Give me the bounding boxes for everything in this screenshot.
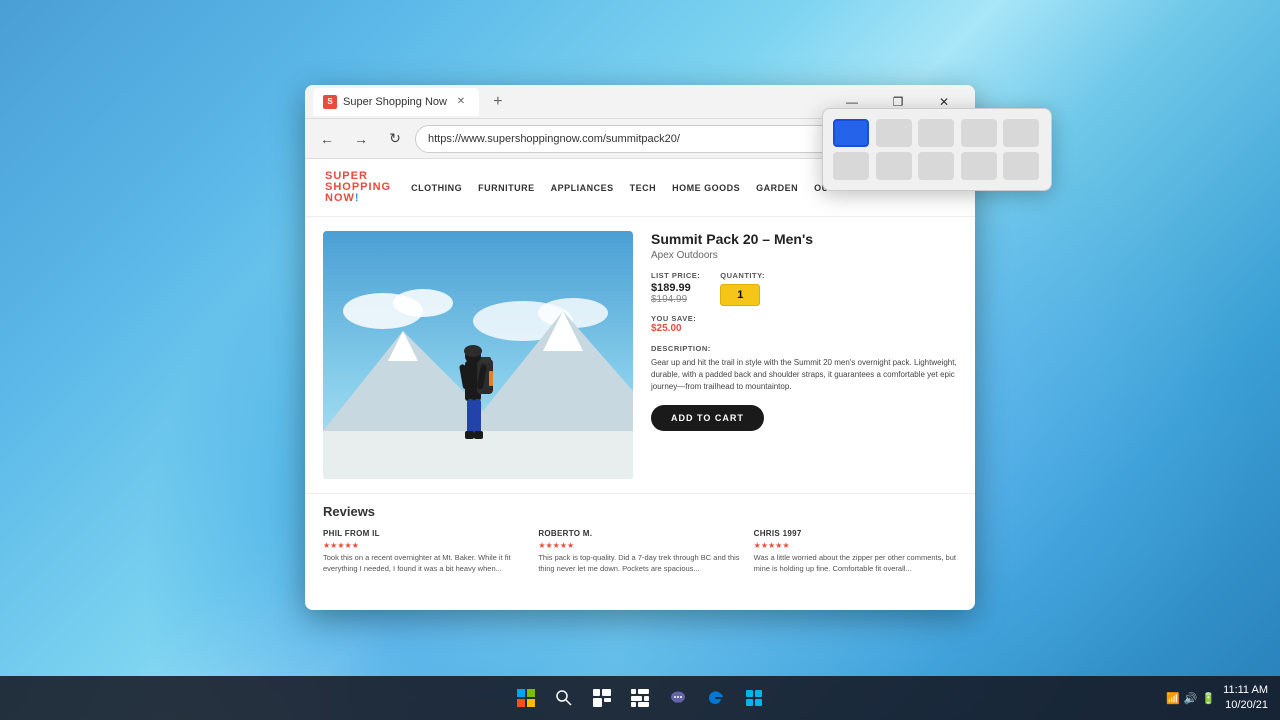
price-original: $194.99 — [651, 294, 700, 305]
product-brand: Apex Outdoors — [651, 250, 957, 261]
battery-icon: 🔋 — [1201, 692, 1215, 705]
price-current: $189.99 — [651, 282, 700, 294]
logo-exclaim: ! — [355, 192, 360, 204]
tab-title: Super Shopping Now — [343, 96, 447, 108]
nav-garden[interactable]: GARDEN — [756, 183, 798, 193]
tab-thumb-1[interactable] — [833, 119, 869, 147]
nav-furniture[interactable]: FURNITURE — [478, 183, 535, 193]
product-section: Summit Pack 20 – Men's Apex Outdoors LIS… — [305, 217, 975, 493]
clock[interactable]: 11:11 AM 10/20/21 — [1223, 683, 1268, 714]
review-text: Was a little worried about the zipper pe… — [754, 553, 957, 574]
savings-label: YOU SAVE: — [651, 314, 957, 323]
review-item: CHRIS 1997 ★★★★★ Was a little worried ab… — [754, 529, 957, 574]
tab-thumb-7[interactable] — [876, 152, 912, 180]
network-icon: 📶 — [1166, 692, 1180, 705]
tab-thumb-3[interactable] — [918, 119, 954, 147]
chat-button[interactable] — [662, 682, 694, 714]
reviews-grid: PHIL FROM IL ★★★★★ Took this on a recent… — [323, 529, 957, 574]
browser-content: SUPER SHOPPING NOW! CLOTHING FURNITURE A… — [305, 159, 975, 610]
price-quantity-row: LIST PRICE: $189.99 $194.99 QUANTITY: 1 — [651, 271, 957, 306]
add-to-cart-button[interactable]: ADD TO CART — [651, 405, 764, 431]
tab-picker — [822, 108, 1052, 191]
reviewer-name: CHRIS 1997 — [754, 529, 957, 538]
tab-thumb-9[interactable] — [961, 152, 997, 180]
nav-home-goods[interactable]: HOME GOODS — [672, 183, 740, 193]
reviewer-name: PHIL FROM IL — [323, 529, 526, 538]
tab-close-button[interactable]: ✕ — [453, 94, 469, 110]
refresh-button[interactable]: ↻ — [381, 125, 409, 153]
quantity-input[interactable]: 1 — [720, 284, 760, 306]
description-label: DESCRIPTION: — [651, 344, 957, 353]
tab-thumb-2[interactable] — [876, 119, 912, 147]
date-display: 10/20/21 — [1223, 698, 1268, 713]
price-section: LIST PRICE: $189.99 $194.99 — [651, 271, 700, 305]
website: SUPER SHOPPING NOW! CLOTHING FURNITURE A… — [305, 159, 975, 610]
tab-thumb-10[interactable] — [1003, 152, 1039, 180]
taskbar: 📶 🔊 🔋 11:11 AM 10/20/21 — [0, 676, 1280, 720]
product-image — [323, 231, 633, 479]
review-text: This pack is top-quality. Did a 7-day tr… — [538, 553, 741, 574]
tab-thumb-5[interactable] — [1003, 119, 1039, 147]
tab-favicon: S — [323, 95, 337, 109]
reviewer-name: ROBERTO M. — [538, 529, 741, 538]
back-button[interactable]: ← — [313, 125, 341, 153]
nav-clothing[interactable]: CLOTHING — [411, 183, 462, 193]
nav-tech[interactable]: TECH — [630, 183, 657, 193]
edge-button[interactable] — [700, 682, 732, 714]
site-nav: CLOTHING FURNITURE APPLIANCES TECH HOME … — [411, 183, 864, 193]
price-label: LIST PRICE: — [651, 271, 700, 280]
taskbar-right: 📶 🔊 🔋 11:11 AM 10/20/21 — [1166, 683, 1268, 714]
product-details: Summit Pack 20 – Men's Apex Outdoors LIS… — [651, 231, 957, 479]
new-tab-button[interactable]: + — [485, 89, 511, 115]
reviews-section: Reviews PHIL FROM IL ★★★★★ Took this on … — [305, 493, 975, 584]
start-button[interactable] — [510, 682, 542, 714]
browser-tab[interactable]: S Super Shopping Now ✕ — [313, 88, 479, 116]
taskbar-icons — [510, 682, 770, 714]
tab-thumb-6[interactable] — [833, 152, 869, 180]
system-icons: 📶 🔊 🔋 — [1166, 692, 1215, 705]
nav-appliances[interactable]: APPLIANCES — [551, 183, 614, 193]
logo-line3: NOW! — [325, 193, 391, 204]
store-button[interactable] — [738, 682, 770, 714]
site-logo: SUPER SHOPPING NOW! — [325, 171, 391, 204]
description-text: Gear up and hit the trail in style with … — [651, 357, 957, 393]
review-text: Took this on a recent overnighter at Mt.… — [323, 553, 526, 574]
savings-section: YOU SAVE: $25.00 — [651, 314, 957, 334]
volume-icon: 🔊 — [1184, 692, 1198, 705]
reviewer-stars: ★★★★★ — [323, 541, 526, 550]
tab-grid — [833, 119, 1041, 180]
widgets-button[interactable] — [624, 682, 656, 714]
reviewer-stars: ★★★★★ — [538, 541, 741, 550]
quantity-label: QUANTITY: — [720, 271, 765, 280]
quantity-section: QUANTITY: 1 — [720, 271, 765, 306]
taskview-button[interactable] — [586, 682, 618, 714]
reviewer-stars: ★★★★★ — [754, 541, 957, 550]
reviews-title: Reviews — [323, 504, 957, 519]
review-item: ROBERTO M. ★★★★★ This pack is top-qualit… — [538, 529, 741, 574]
time-display: 11:11 AM — [1223, 683, 1268, 698]
forward-button[interactable]: → — [347, 125, 375, 153]
review-item: PHIL FROM IL ★★★★★ Took this on a recent… — [323, 529, 526, 574]
savings-amount: $25.00 — [651, 323, 957, 334]
tab-thumb-8[interactable] — [918, 152, 954, 180]
description-section: DESCRIPTION: Gear up and hit the trail i… — [651, 344, 957, 393]
search-taskbar-button[interactable] — [548, 682, 580, 714]
tab-thumb-4[interactable] — [961, 119, 997, 147]
product-title: Summit Pack 20 – Men's — [651, 231, 957, 247]
